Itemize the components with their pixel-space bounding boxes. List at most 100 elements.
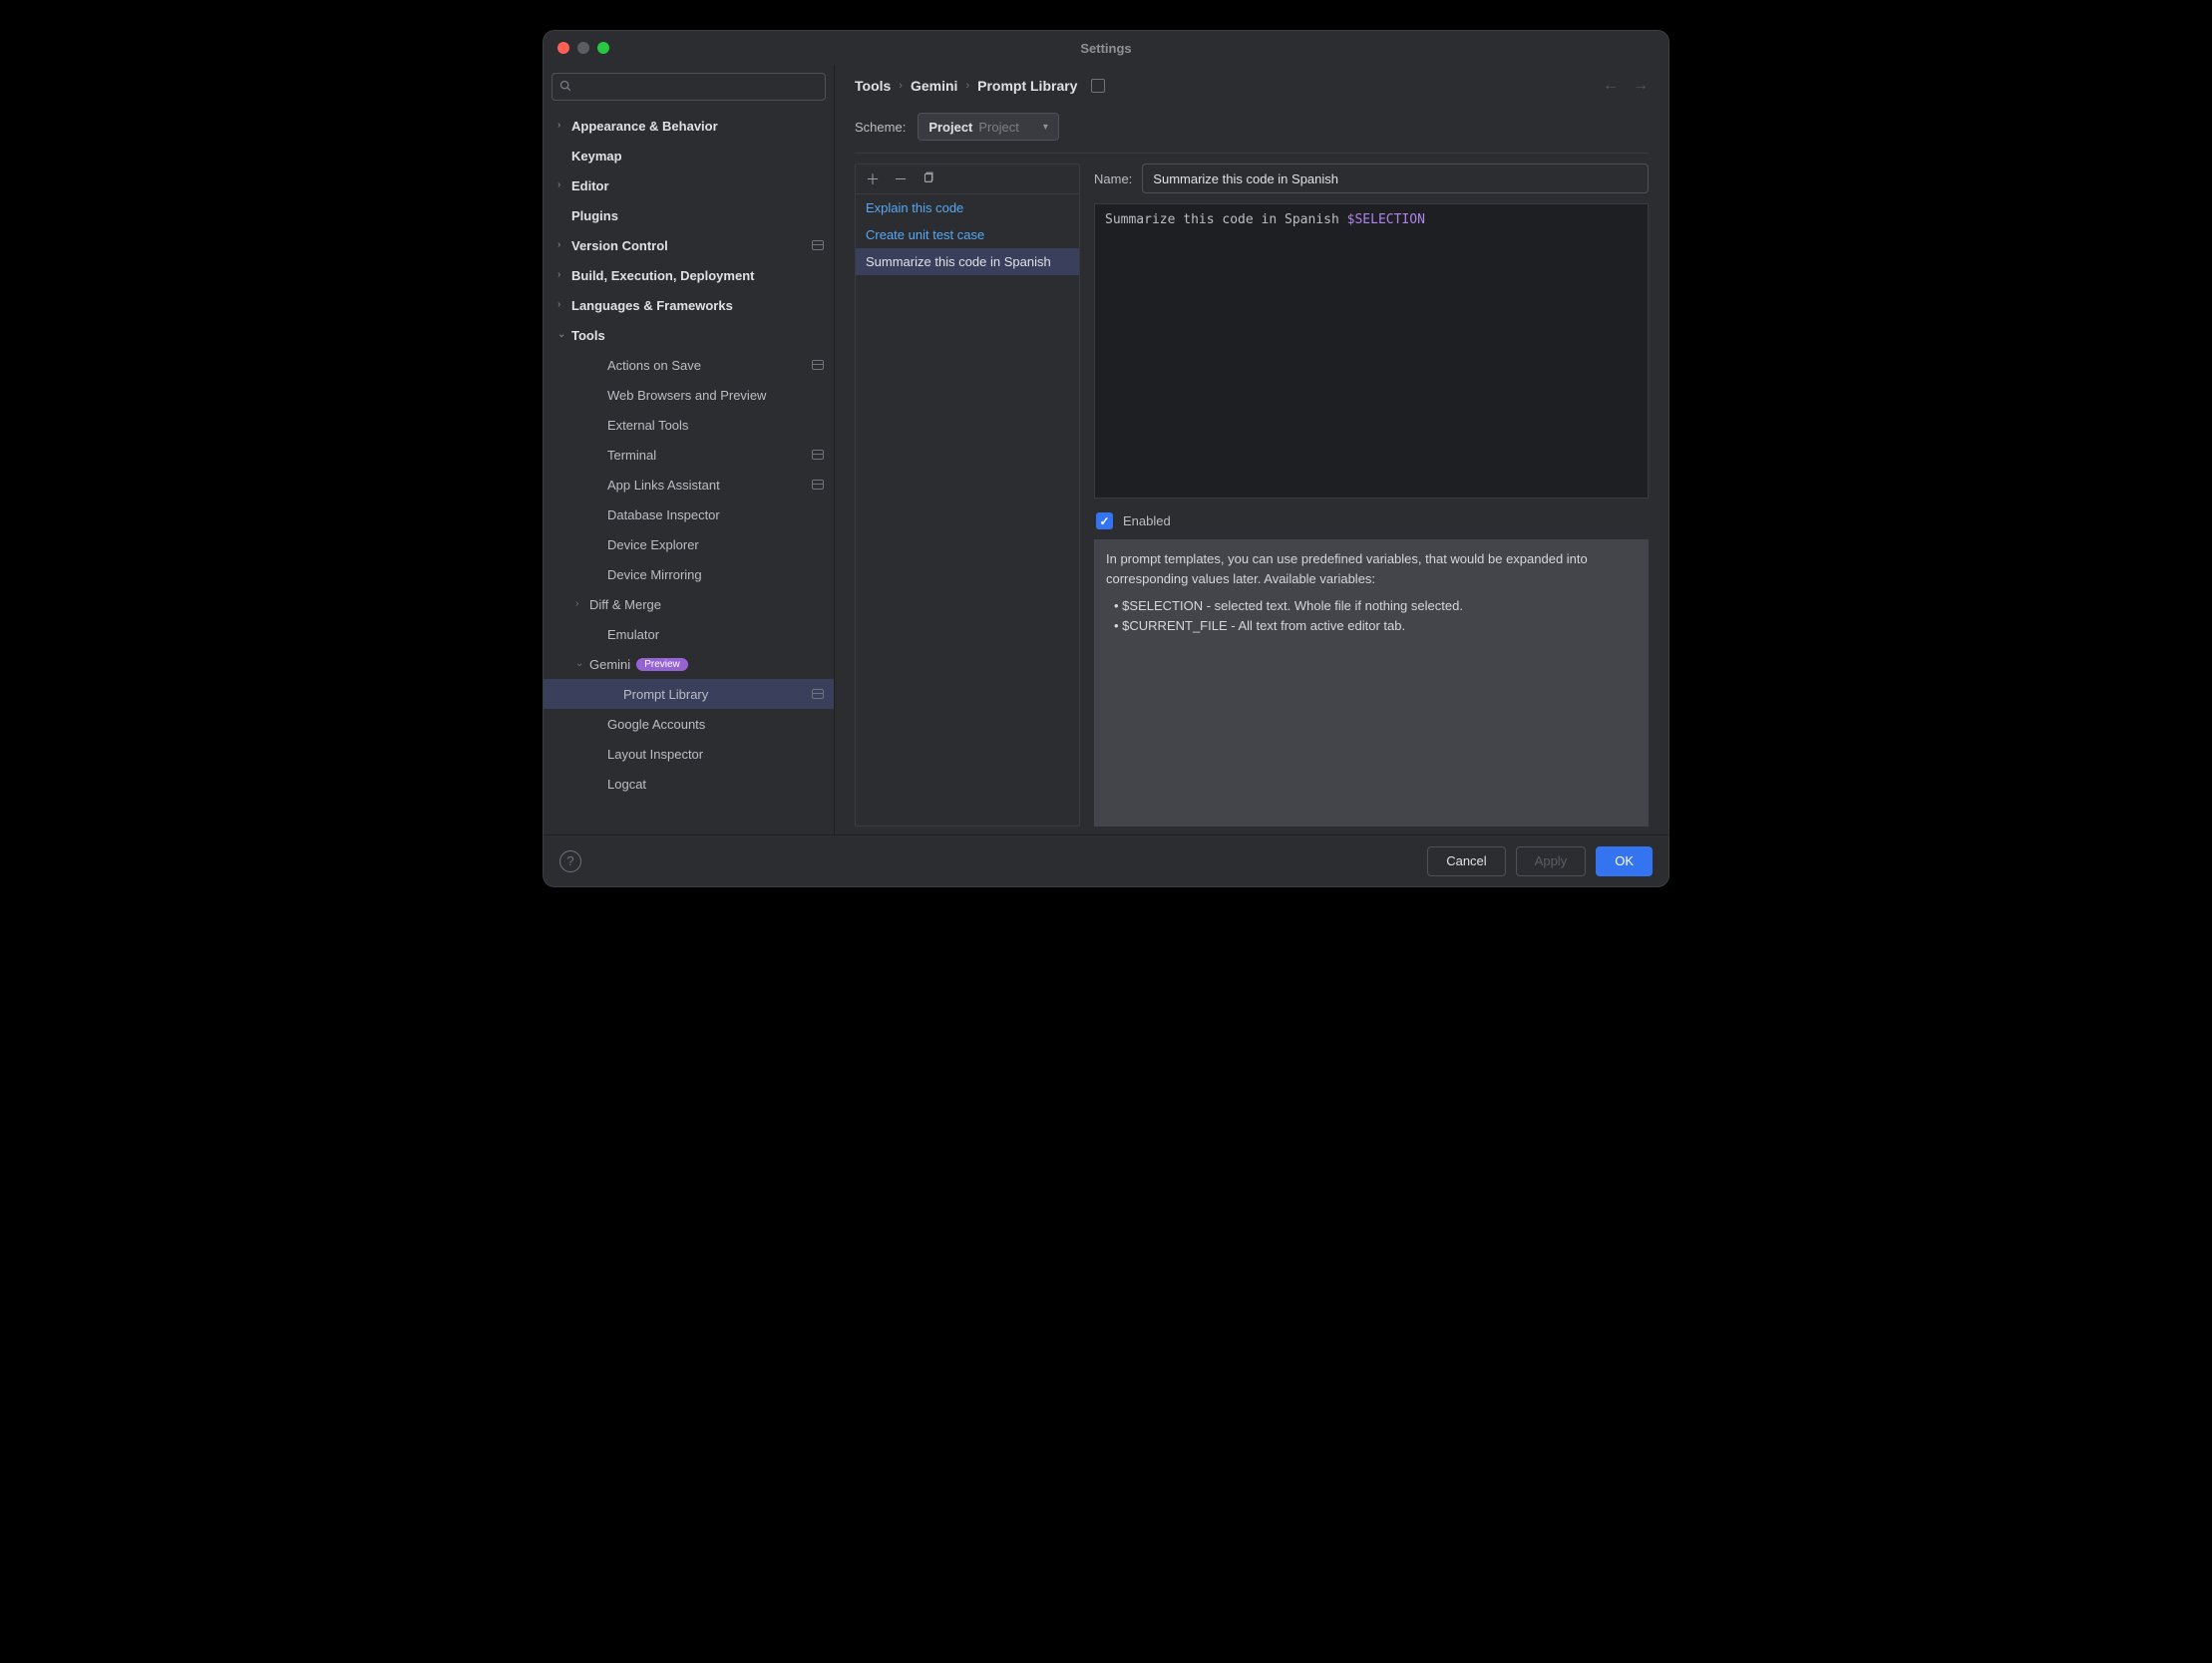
sidebar-item[interactable]: ›External Tools: [544, 410, 834, 440]
sidebar-item-label: External Tools: [607, 418, 688, 433]
sidebar-item[interactable]: ›Actions on Save: [544, 350, 834, 380]
remove-icon[interactable]: －: [894, 169, 908, 189]
breadcrumb: Tools › Gemini › Prompt Library ← →: [835, 65, 1668, 95]
chevron-down-icon: ▾: [1043, 122, 1048, 133]
project-scope-icon: [812, 360, 824, 370]
sidebar-item-label: App Links Assistant: [607, 478, 720, 493]
cancel-button[interactable]: Cancel: [1427, 846, 1505, 876]
sidebar-item-label: Diff & Merge: [589, 597, 661, 612]
help-icon[interactable]: ?: [559, 850, 581, 872]
project-scope-icon: [812, 450, 824, 460]
prompt-name-input[interactable]: [1142, 164, 1649, 193]
scheme-hint: Project: [978, 120, 1018, 135]
sidebar-item-label: Editor: [571, 178, 609, 193]
sidebar-item-label: Gemini: [589, 657, 630, 672]
sidebar-item[interactable]: ›Appearance & Behavior: [544, 111, 834, 141]
prompt-body-variable: $SELECTION: [1347, 212, 1425, 227]
scheme-dropdown[interactable]: Project Project ▾: [918, 113, 1059, 141]
prompt-body-text: Summarize this code in Spanish: [1105, 212, 1347, 227]
sidebar-item-label: Device Mirroring: [607, 567, 702, 582]
sidebar-item[interactable]: ›Languages & Frameworks: [544, 290, 834, 320]
info-intro: In prompt templates, you can use predefi…: [1106, 549, 1637, 588]
add-icon[interactable]: ＋: [866, 169, 880, 189]
settings-tree[interactable]: ›Appearance & Behavior›Keymap›Editor›Plu…: [544, 105, 834, 834]
sidebar-item[interactable]: ›Google Accounts: [544, 709, 834, 739]
sidebar-item-label: Plugins: [571, 208, 618, 223]
info-bullet: • $SELECTION - selected text. Whole file…: [1106, 596, 1637, 616]
sidebar-item-label: Appearance & Behavior: [571, 119, 718, 134]
breadcrumb-item[interactable]: Gemini: [911, 78, 957, 94]
sidebar-item-label: Layout Inspector: [607, 747, 703, 762]
prompt-editor: Name: Summarize this code in Spanish $SE…: [1094, 164, 1649, 827]
window-title: Settings: [1080, 41, 1131, 56]
nav-forward-icon[interactable]: →: [1633, 77, 1649, 95]
divider: [855, 153, 1649, 154]
settings-window: Settings ›Appearance & Behavior›Keymap›E…: [543, 30, 1669, 887]
sidebar-item-label: Languages & Frameworks: [571, 298, 733, 313]
chevron-right-icon: ›: [557, 239, 571, 250]
sidebar-item[interactable]: ›Version Control: [544, 230, 834, 260]
chevron-right-icon: ›: [965, 80, 969, 92]
sidebar-item[interactable]: ›Web Browsers and Preview: [544, 380, 834, 410]
sidebar-item[interactable]: ⌄Tools: [544, 320, 834, 350]
sidebar-item[interactable]: ›Plugins: [544, 200, 834, 230]
sidebar-item[interactable]: ›Emulator: [544, 619, 834, 649]
sidebar-item-label: Emulator: [607, 627, 659, 642]
sidebar-item-label: Device Explorer: [607, 537, 699, 552]
enabled-checkbox[interactable]: ✓: [1096, 512, 1113, 529]
sidebar-item[interactable]: ›Editor: [544, 170, 834, 200]
minimize-icon[interactable]: [577, 42, 589, 54]
breadcrumb-item[interactable]: Prompt Library: [977, 78, 1077, 94]
prompt-body-textarea[interactable]: Summarize this code in Spanish $SELECTIO…: [1094, 203, 1649, 499]
enabled-label: Enabled: [1123, 513, 1171, 528]
sidebar-item[interactable]: ›Keymap: [544, 141, 834, 170]
chevron-right-icon: ›: [557, 269, 571, 280]
copy-icon[interactable]: [922, 170, 935, 187]
nav-back-icon[interactable]: ←: [1603, 77, 1619, 95]
window-controls: [557, 42, 609, 54]
chevron-down-icon: ⌄: [557, 329, 571, 340]
sidebar-item[interactable]: ›Diff & Merge: [544, 589, 834, 619]
chevron-right-icon: ›: [557, 299, 571, 310]
chevron-down-icon: ⌄: [575, 658, 589, 669]
prompt-list-item[interactable]: Explain this code: [856, 194, 1079, 221]
sidebar-item[interactable]: ⌄GeminiPreview: [544, 649, 834, 679]
sidebar-item-label: Version Control: [571, 238, 668, 253]
sidebar-item-label: Logcat: [607, 777, 646, 792]
sidebar-item[interactable]: ›Layout Inspector: [544, 739, 834, 769]
prompt-list-item[interactable]: Summarize this code in Spanish: [856, 248, 1079, 275]
sidebar-item[interactable]: ›Build, Execution, Deployment: [544, 260, 834, 290]
sidebar-item[interactable]: ›Logcat: [544, 769, 834, 799]
sidebar-item-label: Prompt Library: [623, 687, 708, 702]
sidebar-item[interactable]: ›Terminal: [544, 440, 834, 470]
info-box: In prompt templates, you can use predefi…: [1094, 539, 1649, 827]
prompt-list-toolbar: ＋ －: [856, 165, 1079, 194]
chevron-right-icon: ›: [575, 598, 589, 609]
project-scope-icon: [812, 480, 824, 490]
close-icon[interactable]: [557, 42, 569, 54]
prompt-list[interactable]: Explain this codeCreate unit test caseSu…: [856, 194, 1079, 826]
project-scope-icon: [812, 240, 824, 250]
dialog-footer: ? Cancel Apply OK: [544, 834, 1668, 886]
sidebar-item[interactable]: ›Database Inspector: [544, 499, 834, 529]
sidebar-item[interactable]: ›Prompt Library: [544, 679, 834, 709]
sidebar-item-label: Keymap: [571, 149, 622, 164]
apply-button[interactable]: Apply: [1516, 846, 1587, 876]
titlebar: Settings: [544, 31, 1668, 65]
chevron-right-icon: ›: [899, 80, 903, 92]
breadcrumb-item[interactable]: Tools: [855, 78, 891, 94]
info-bullet: • $CURRENT_FILE - All text from active e…: [1106, 616, 1637, 636]
reset-icon[interactable]: [1091, 79, 1105, 93]
maximize-icon[interactable]: [597, 42, 609, 54]
sidebar-item[interactable]: ›Device Mirroring: [544, 559, 834, 589]
sidebar-item-label: Build, Execution, Deployment: [571, 268, 754, 283]
settings-search-input[interactable]: [552, 73, 826, 101]
ok-button[interactable]: OK: [1596, 846, 1653, 876]
name-label: Name:: [1094, 171, 1132, 186]
settings-main: Tools › Gemini › Prompt Library ← → Sche…: [835, 65, 1668, 834]
prompt-list-item[interactable]: Create unit test case: [856, 221, 1079, 248]
sidebar-item[interactable]: ›Device Explorer: [544, 529, 834, 559]
sidebar-item-label: Terminal: [607, 448, 656, 463]
chevron-right-icon: ›: [557, 179, 571, 190]
sidebar-item[interactable]: ›App Links Assistant: [544, 470, 834, 499]
